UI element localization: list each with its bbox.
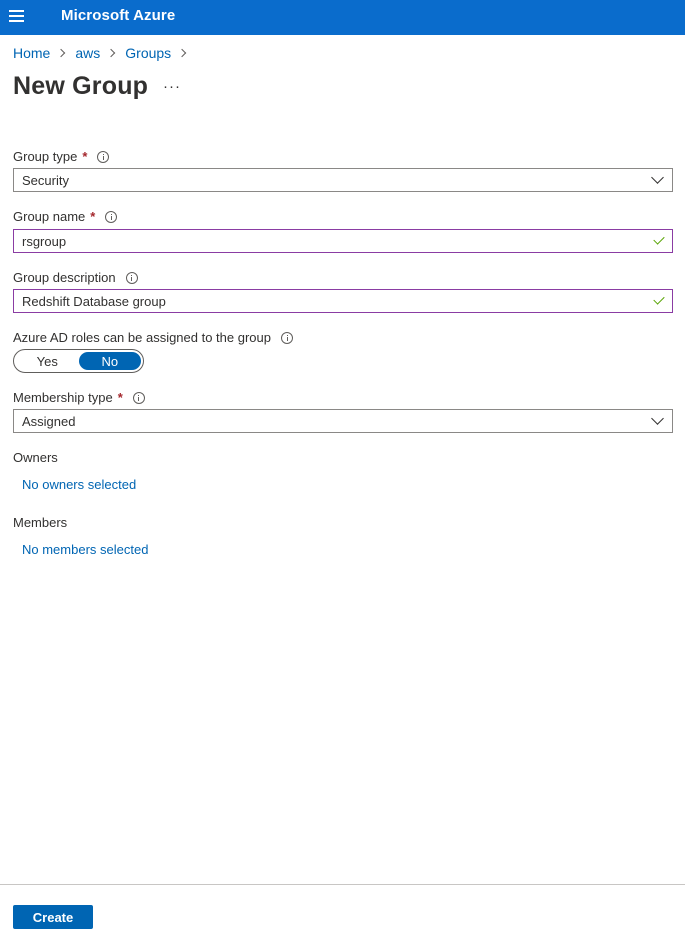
- required-marker: *: [117, 390, 123, 405]
- info-icon[interactable]: [281, 331, 293, 344]
- chevron-down-icon: [651, 171, 664, 184]
- toggle-no-option[interactable]: No: [78, 352, 141, 370]
- breadcrumb-aws[interactable]: aws: [75, 45, 100, 61]
- page-title: New Group: [13, 72, 149, 100]
- owners-label-text: Owners: [13, 450, 58, 465]
- info-icon[interactable]: [105, 210, 118, 223]
- info-icon[interactable]: [125, 271, 138, 284]
- group-type-label: Group type *: [13, 149, 110, 164]
- group-name-value: rsgroup: [22, 233, 67, 249]
- info-icon[interactable]: [97, 150, 110, 163]
- app-title[interactable]: Microsoft Azure: [61, 7, 175, 24]
- group-type-value: Security: [22, 172, 69, 188]
- breadcrumb: Home aws Groups: [13, 45, 196, 61]
- top-bar: Microsoft Azure: [0, 0, 685, 35]
- group-name-input[interactable]: rsgroup: [13, 229, 673, 253]
- info-icon[interactable]: [132, 391, 145, 404]
- hamburger-icon[interactable]: [9, 10, 25, 24]
- azure-ad-roles-label: Azure AD roles can be assigned to the gr…: [13, 330, 293, 345]
- chevron-right-icon: [107, 48, 116, 58]
- group-description-label-text: Group description: [13, 270, 116, 285]
- azure-ad-roles-label-text: Azure AD roles can be assigned to the gr…: [13, 330, 271, 345]
- membership-type-value: Assigned: [22, 413, 76, 429]
- create-button[interactable]: Create: [13, 905, 93, 929]
- more-options-button[interactable]: ···: [163, 78, 181, 95]
- toggle-yes-option[interactable]: Yes: [16, 352, 79, 370]
- membership-type-dropdown[interactable]: Assigned: [13, 409, 673, 433]
- footer-divider: [0, 884, 685, 885]
- group-name-label-text: Group name: [13, 209, 86, 224]
- members-label: Members: [13, 515, 67, 530]
- chevron-right-icon: [177, 48, 187, 58]
- members-link[interactable]: No members selected: [22, 542, 148, 557]
- group-description-input[interactable]: Redshift Database group: [13, 289, 673, 313]
- group-type-label-text: Group type: [13, 149, 78, 164]
- checkmark-icon: [653, 293, 665, 305]
- group-type-dropdown[interactable]: Security: [13, 168, 673, 192]
- breadcrumb-home[interactable]: Home: [13, 45, 50, 61]
- owners-link[interactable]: No owners selected: [22, 477, 136, 492]
- required-marker: *: [82, 149, 88, 164]
- membership-type-label: Membership type *: [13, 390, 145, 405]
- members-label-text: Members: [13, 515, 68, 530]
- membership-type-label-text: Membership type: [13, 390, 113, 405]
- chevron-right-icon: [57, 48, 66, 58]
- owners-label: Owners: [13, 450, 58, 465]
- checkmark-icon: [653, 233, 665, 245]
- azure-ad-roles-toggle: Yes No: [13, 349, 144, 373]
- group-name-label: Group name *: [13, 209, 118, 224]
- group-description-label: Group description: [13, 270, 138, 285]
- required-marker: *: [90, 209, 96, 224]
- chevron-down-icon: [651, 412, 664, 425]
- group-description-value: Redshift Database group: [22, 293, 166, 309]
- breadcrumb-groups[interactable]: Groups: [125, 45, 171, 61]
